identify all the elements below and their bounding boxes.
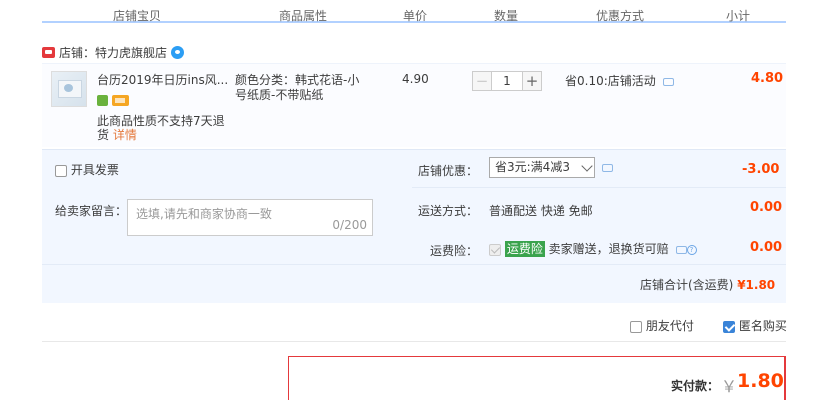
message-label: 给卖家留言：	[55, 204, 128, 218]
tmall-shop-icon	[42, 46, 55, 58]
attr-line-2: 号纸质-不带贴纸	[235, 88, 324, 102]
friend-pay-label: 朋友代付	[645, 319, 694, 333]
column-header: 店铺宝贝 商品属性 单价 数量 优惠方式 小计	[42, 0, 786, 23]
help-icon[interactable]: ?	[686, 244, 697, 255]
header-attr: 商品属性	[279, 9, 328, 23]
product-title-link[interactable]: 台历2019年日历ins风...	[97, 71, 228, 88]
chevron-down-icon	[581, 160, 593, 172]
shipping-amount: 0.00	[750, 200, 783, 215]
message-char-count: 0/200	[332, 218, 367, 232]
insurance-tag: 运费险	[504, 241, 545, 257]
product-thumbnail[interactable]	[51, 71, 87, 107]
invoice-label: 开具发票	[70, 163, 119, 177]
shop-coupon-select[interactable]: 省3元:满4减3	[489, 157, 595, 178]
header-qty: 数量	[494, 9, 519, 23]
qty-increase-button[interactable]: +	[522, 71, 542, 91]
divider	[42, 341, 786, 342]
wangwang-chat-icon[interactable]	[171, 45, 185, 59]
anonymous-label: 匿名购买	[738, 319, 787, 333]
message-textarea[interactable]: 选填,请先和商家协商一致 0/200	[127, 199, 373, 236]
shop-total-label: 店铺合计(含运费)	[640, 278, 734, 292]
insurance-info-icon[interactable]	[675, 245, 687, 254]
pay-currency: ￥	[721, 377, 738, 396]
return-notice-2: 货	[97, 128, 110, 142]
header-discount: 优惠方式	[596, 9, 645, 23]
insurance-checkbox	[489, 243, 501, 256]
header-subtotal: 小计	[726, 9, 751, 23]
shipping-value: 普通配送 快递 免邮	[489, 204, 593, 218]
qty-decrease-button[interactable]: −	[472, 71, 492, 91]
detail-link[interactable]: 详情	[113, 128, 137, 142]
divider	[412, 187, 786, 188]
header-item: 店铺宝贝	[113, 9, 162, 23]
shop-row: 店铺： 特力虎旗舰店	[42, 42, 185, 62]
invoice-checkbox[interactable]	[55, 164, 67, 177]
anonymous-checkbox[interactable]	[723, 320, 735, 333]
pay-label: 实付款：	[671, 379, 720, 393]
friend-pay-checkbox[interactable]	[630, 320, 642, 333]
divider	[42, 264, 786, 265]
insurance-amount: 0.00	[750, 240, 783, 255]
credit-card-icon	[112, 95, 129, 106]
header-price: 单价	[403, 9, 428, 23]
shop-coupon-value: 省3元:满4减3	[495, 160, 570, 174]
pay-amount: 1.80	[737, 370, 784, 392]
message-placeholder: 选填,请先和商家协商一致	[136, 207, 272, 221]
coupon-info-icon[interactable]	[602, 164, 613, 172]
item-subtotal: 4.80	[751, 71, 784, 86]
shop-name-link[interactable]: 特力虎旗舰店	[95, 44, 167, 61]
shop-coupon-amount: -3.00	[742, 162, 780, 177]
discount-text: 省0.10:店铺活动	[565, 74, 656, 88]
shipping-label: 运送方式：	[418, 204, 479, 218]
discount-info-icon[interactable]	[662, 77, 674, 86]
shop-coupon-label: 店铺优惠：	[418, 164, 479, 178]
unit-price: 4.90	[402, 72, 429, 86]
item-row: 台历2019年日历ins风... 此商品性质不支持7天退 货 详情 颜色分类：韩…	[42, 63, 786, 147]
shop-label: 店铺：	[59, 45, 96, 60]
qty-input[interactable]: 1	[492, 71, 522, 91]
quantity-stepper: − 1 +	[472, 71, 542, 91]
insurance-label: 运费险：	[430, 244, 479, 258]
guarantee-icon	[97, 95, 108, 106]
insurance-text: 卖家赠送，退换货可赔	[548, 242, 669, 256]
shop-total-value: ¥1.80	[737, 278, 776, 292]
